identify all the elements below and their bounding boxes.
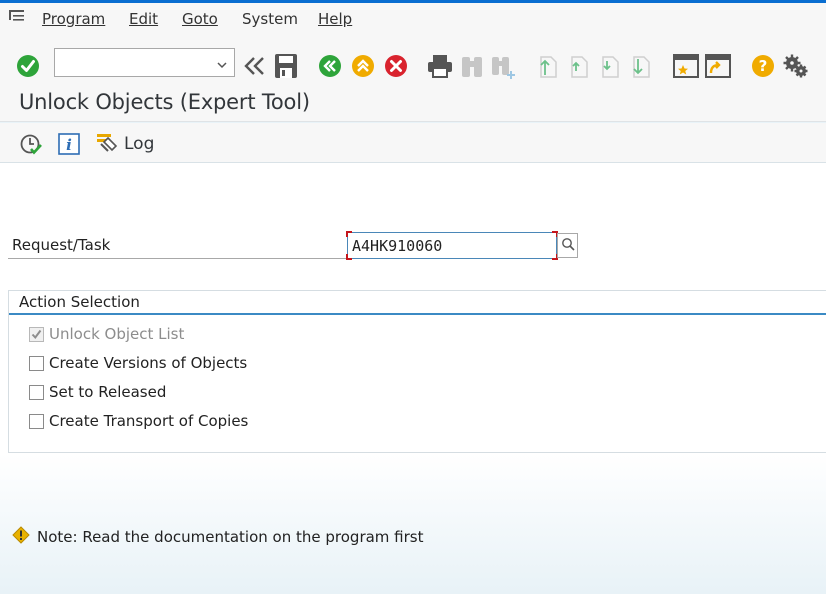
set-to-released-label: Set to Released [49,383,167,401]
action-selection-group: Action Selection Unlock Object List Crea… [8,290,826,453]
enter-icon[interactable] [16,54,40,78]
request-task-underline [8,258,348,259]
menu-help[interactable]: Help [318,10,352,28]
warning-icon [12,526,30,548]
create-versions-label: Create Versions of Objects [49,354,248,372]
help-icon[interactable]: ? [751,54,775,78]
last-page-icon[interactable] [628,53,652,79]
create-transport-label: Create Transport of Copies [49,412,249,430]
menu-goto[interactable]: Goto [182,10,218,28]
status-note: Note: Read the documentation on the prog… [12,526,424,548]
request-task-label: Request/Task [12,236,111,254]
back-icon[interactable] [318,54,342,78]
page-title: Unlock Objects (Expert Tool) [19,90,310,114]
option-unlock-object-list[interactable]: Unlock Object List [29,323,184,345]
menu-program[interactable]: Program [42,10,105,28]
svg-text:?: ? [759,57,768,75]
svg-text:i: i [66,136,72,154]
unlock-object-list-label: Unlock Object List [49,325,185,343]
request-task-field[interactable] [346,231,558,260]
content-background-fade [0,453,826,594]
request-task-input[interactable] [348,233,556,258]
option-create-transport-of-copies[interactable]: Create Transport of Copies [29,410,248,432]
customize-layout-icon[interactable] [783,53,809,79]
back-arrows-icon[interactable] [243,54,267,78]
chevron-down-icon[interactable] [216,56,228,69]
search-help-button[interactable] [557,233,578,258]
print-icon[interactable] [427,53,453,79]
search-icon [561,236,575,255]
create-transport-checkbox[interactable] [29,413,44,429]
info-icon[interactable]: i [58,133,80,155]
system-menu-icon[interactable] [8,9,26,25]
main-content: Request/Task Action Selection Unlock Obj… [0,163,826,594]
set-to-released-checkbox[interactable] [29,384,44,400]
menu-edit[interactable]: Edit [129,10,158,28]
title-bar: Unlock Objects (Expert Tool) [0,86,826,122]
execute-icon[interactable] [20,133,42,155]
cancel-icon[interactable] [384,54,408,78]
exit-icon[interactable] [351,54,375,78]
find-next-icon[interactable] [490,53,516,79]
find-icon[interactable] [460,53,484,79]
log-button-label[interactable]: Log [124,134,154,154]
command-input[interactable] [55,49,205,76]
log-icon[interactable] [96,132,120,154]
menu-bar: Program Edit Goto System Help [0,3,826,34]
generate-shortcut-icon[interactable] [705,53,731,79]
unlock-object-list-checkbox[interactable] [29,326,44,342]
first-page-icon[interactable] [535,53,559,79]
field-corner-marker [346,231,352,237]
action-selection-title: Action Selection [19,293,140,311]
option-create-versions[interactable]: Create Versions of Objects [29,352,247,374]
option-set-to-released[interactable]: Set to Released [29,381,166,403]
create-versions-checkbox[interactable] [29,355,44,371]
next-page-icon[interactable] [597,53,621,79]
create-session-icon[interactable] [673,53,699,79]
group-title-divider [9,313,826,315]
command-field[interactable] [54,48,235,77]
field-corner-marker [346,254,352,260]
previous-page-icon[interactable] [566,53,590,79]
menu-system[interactable]: System [242,10,298,28]
standard-toolbar: ? [0,34,826,86]
status-note-text: Note: Read the documentation on the prog… [37,528,424,546]
application-toolbar: i Log [0,123,826,163]
save-icon[interactable] [274,53,298,79]
